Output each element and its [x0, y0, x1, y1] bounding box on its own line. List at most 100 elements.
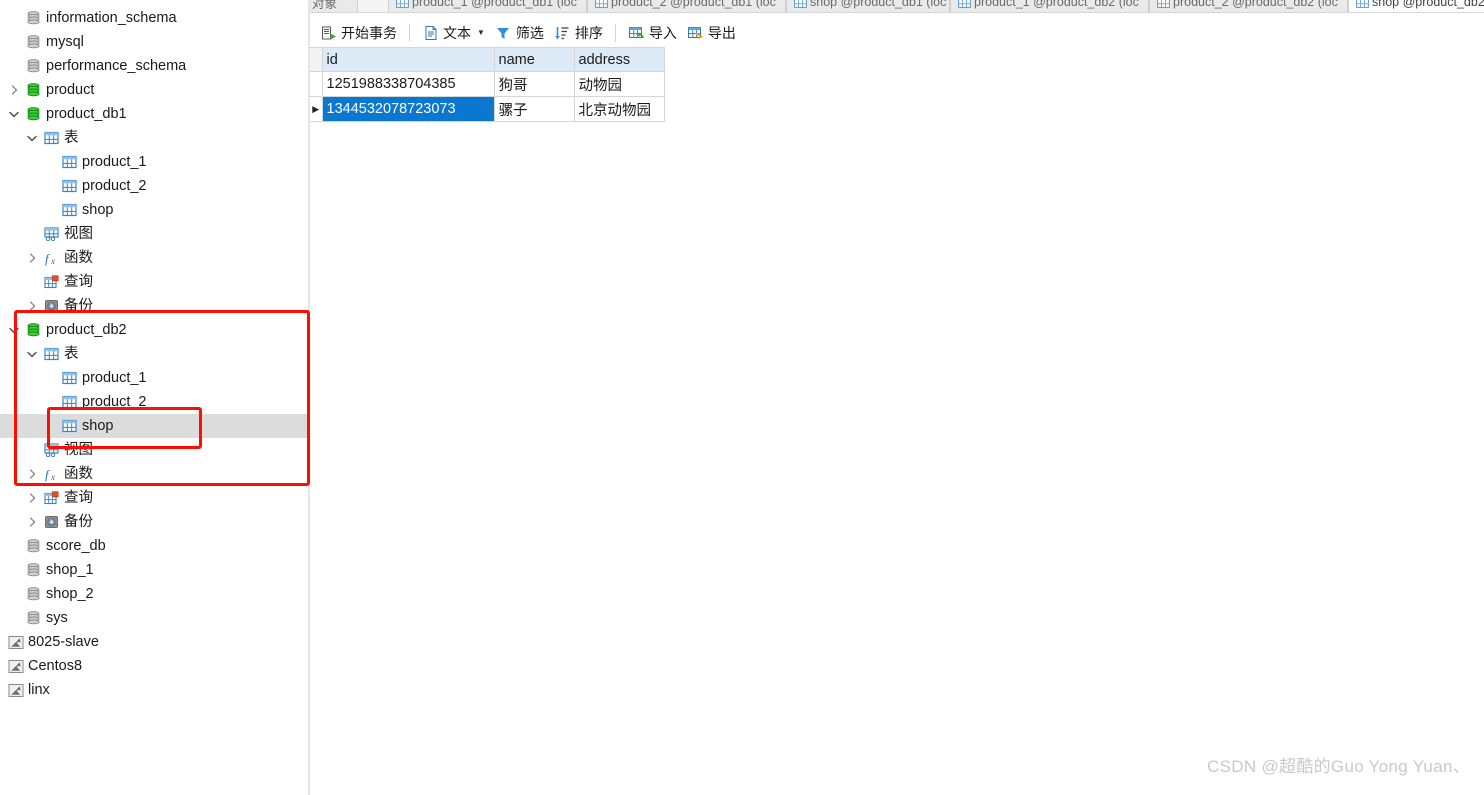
row-marker-cell[interactable]	[310, 71, 323, 97]
tree-item-product_1-6[interactable]: product_1	[0, 150, 308, 174]
chevron-down-icon[interactable]	[7, 318, 21, 342]
chevron-down-icon[interactable]	[25, 126, 39, 150]
tab-3[interactable]: shop @product_db1 (loc	[786, 0, 950, 12]
tree-item-shop-17[interactable]: shop	[0, 414, 308, 438]
tree-item--12[interactable]: 备份	[0, 294, 308, 318]
tree-item-product-3[interactable]: product	[0, 78, 308, 102]
tree-item-sys-25[interactable]: sys	[0, 606, 308, 630]
toolbar-separator-1	[409, 23, 410, 42]
table-icon	[61, 150, 78, 174]
tree-item--11[interactable]: 查询	[0, 270, 308, 294]
tree-item-label: information_schema	[46, 10, 177, 26]
tree-item-8025-slave-26[interactable]: 8025-slave	[0, 630, 308, 654]
filter-button[interactable]: 筛选	[490, 21, 549, 45]
chevron-right-icon[interactable]	[25, 246, 39, 270]
tree-item-label: 函数	[64, 466, 93, 482]
data-grid-body[interactable]: 1251988338704385 狗哥 动物园 ▶ 1344532078723073 骡子…	[310, 71, 665, 122]
table-row[interactable]: ▶ 1344532078723073 骡子 北京动物园	[310, 96, 665, 122]
chevron-right-icon[interactable]	[25, 510, 39, 534]
column-header-name[interactable]: name	[494, 47, 575, 72]
tree-item-shop-8[interactable]: shop	[0, 198, 308, 222]
table-icon	[595, 0, 608, 8]
tab-strip[interactable]: 对象 product_1 @product_db1 (loc product_2 @…	[310, 0, 1484, 13]
table-icon	[396, 0, 409, 8]
tree-item--10[interactable]: f x 函数	[0, 246, 308, 270]
export-button[interactable]: 导出	[682, 21, 741, 45]
tab-2[interactable]: product_2 @product_db1 (loc	[587, 0, 786, 12]
sort-button-label: 排序	[574, 24, 603, 41]
cell-name[interactable]: 狗哥	[494, 71, 575, 97]
table-row[interactable]: 1251988338704385 狗哥 动物园	[310, 71, 665, 97]
chevron-right-icon[interactable]	[7, 78, 21, 102]
tree-item-product_db1-4[interactable]: product_db1	[0, 102, 308, 126]
tab-1[interactable]: product_1 @product_db1 (loc	[388, 0, 587, 12]
view-icon	[43, 222, 60, 246]
chevron-down-icon[interactable]	[25, 342, 39, 366]
cell-id[interactable]: 1344532078723073	[322, 96, 495, 122]
import-button-label: 导入	[648, 24, 677, 41]
text-button[interactable]: 文本 ▼	[417, 21, 490, 45]
tree-item--5[interactable]: 表	[0, 126, 308, 150]
tree-item--21[interactable]: 备份	[0, 510, 308, 534]
tab-label: 对象	[312, 0, 338, 11]
chevron-down-icon[interactable]	[7, 102, 21, 126]
tab-label: product_1 @product_db1 (loc	[412, 0, 577, 9]
object-tree-sidebar[interactable]: information_schema mysql performance_sch…	[0, 0, 308, 795]
tab-5[interactable]: product_2 @product_db2 (loc	[1149, 0, 1348, 12]
tree-item--9[interactable]: 视图	[0, 222, 308, 246]
chevron-right-icon[interactable]	[25, 462, 39, 486]
tree-item-performance_schema-2[interactable]: performance_schema	[0, 54, 308, 78]
tree-item--18[interactable]: 视图	[0, 438, 308, 462]
tree-item-label: 表	[64, 130, 79, 146]
column-header-address[interactable]: address	[574, 47, 665, 72]
editor-pane: 对象 product_1 @product_db1 (loc product_2 @…	[310, 0, 1484, 795]
tree-item--19[interactable]: f x 函数	[0, 462, 308, 486]
sort-button[interactable]: 排序	[549, 21, 608, 45]
tree-item-label: performance_schema	[46, 58, 187, 74]
chevron-right-icon[interactable]	[25, 486, 39, 510]
tree-item-product_1-15[interactable]: product_1	[0, 366, 308, 390]
tab-4[interactable]: product_1 @product_db2 (loc	[950, 0, 1149, 12]
table-icon	[794, 0, 807, 8]
tab-0[interactable]: 对象	[310, 0, 358, 12]
begin-transaction-label: 开始事务	[341, 24, 397, 41]
connection-icon	[7, 678, 24, 702]
cell-id[interactable]: 1251988338704385	[322, 71, 495, 97]
chevron-right-icon[interactable]	[25, 294, 39, 318]
tree-item-label: shop	[82, 202, 114, 218]
begin-transaction-button[interactable]: 开始事务	[315, 21, 402, 45]
import-button[interactable]: 导入	[623, 21, 682, 45]
tree-item-product_2-7[interactable]: product_2	[0, 174, 308, 198]
data-grid[interactable]: id name address 1251988338704385 狗哥 动物园 ▶ 13…	[310, 47, 1484, 122]
tree-item-linx-28[interactable]: linx	[0, 678, 308, 702]
tree-item-mysql-1[interactable]: mysql	[0, 30, 308, 54]
tree-item-shop_2-24[interactable]: shop_2	[0, 582, 308, 606]
table-icon	[1157, 0, 1170, 8]
column-header-id[interactable]: id	[322, 47, 495, 72]
tree-item-Centos8-27[interactable]: Centos8	[0, 654, 308, 678]
database-gray-icon	[25, 606, 42, 630]
tree-item-label: 备份	[64, 298, 93, 314]
tree-item-product_2-16[interactable]: product_2	[0, 390, 308, 414]
tree-item-product_db2-13[interactable]: product_db2	[0, 318, 308, 342]
tree-item--20[interactable]: 查询	[0, 486, 308, 510]
tree-item-score_db-22[interactable]: score_db	[0, 534, 308, 558]
tab-label: shop @product_db1 (loc	[810, 0, 947, 9]
function-icon: f x	[43, 246, 60, 270]
tree-item--14[interactable]: 表	[0, 342, 308, 366]
tree-item-shop_1-23[interactable]: shop_1	[0, 558, 308, 582]
tree-item-information_schema-0[interactable]: information_schema	[0, 6, 308, 30]
chevron-down-icon[interactable]: ▼	[477, 28, 485, 37]
tab-6[interactable]: shop @product_db2	[1348, 0, 1484, 12]
database-green-icon	[25, 78, 42, 102]
row-marker-cell[interactable]: ▶	[310, 96, 323, 122]
cell-address[interactable]: 北京动物园	[574, 96, 665, 122]
cell-name[interactable]: 骡子	[494, 96, 575, 122]
cell-address[interactable]: 动物园	[574, 71, 665, 97]
tree-item-label: shop	[82, 418, 114, 434]
grid-toolbar[interactable]: 开始事务 文本 ▼ 筛选 排序 导入 导出	[310, 19, 1484, 46]
